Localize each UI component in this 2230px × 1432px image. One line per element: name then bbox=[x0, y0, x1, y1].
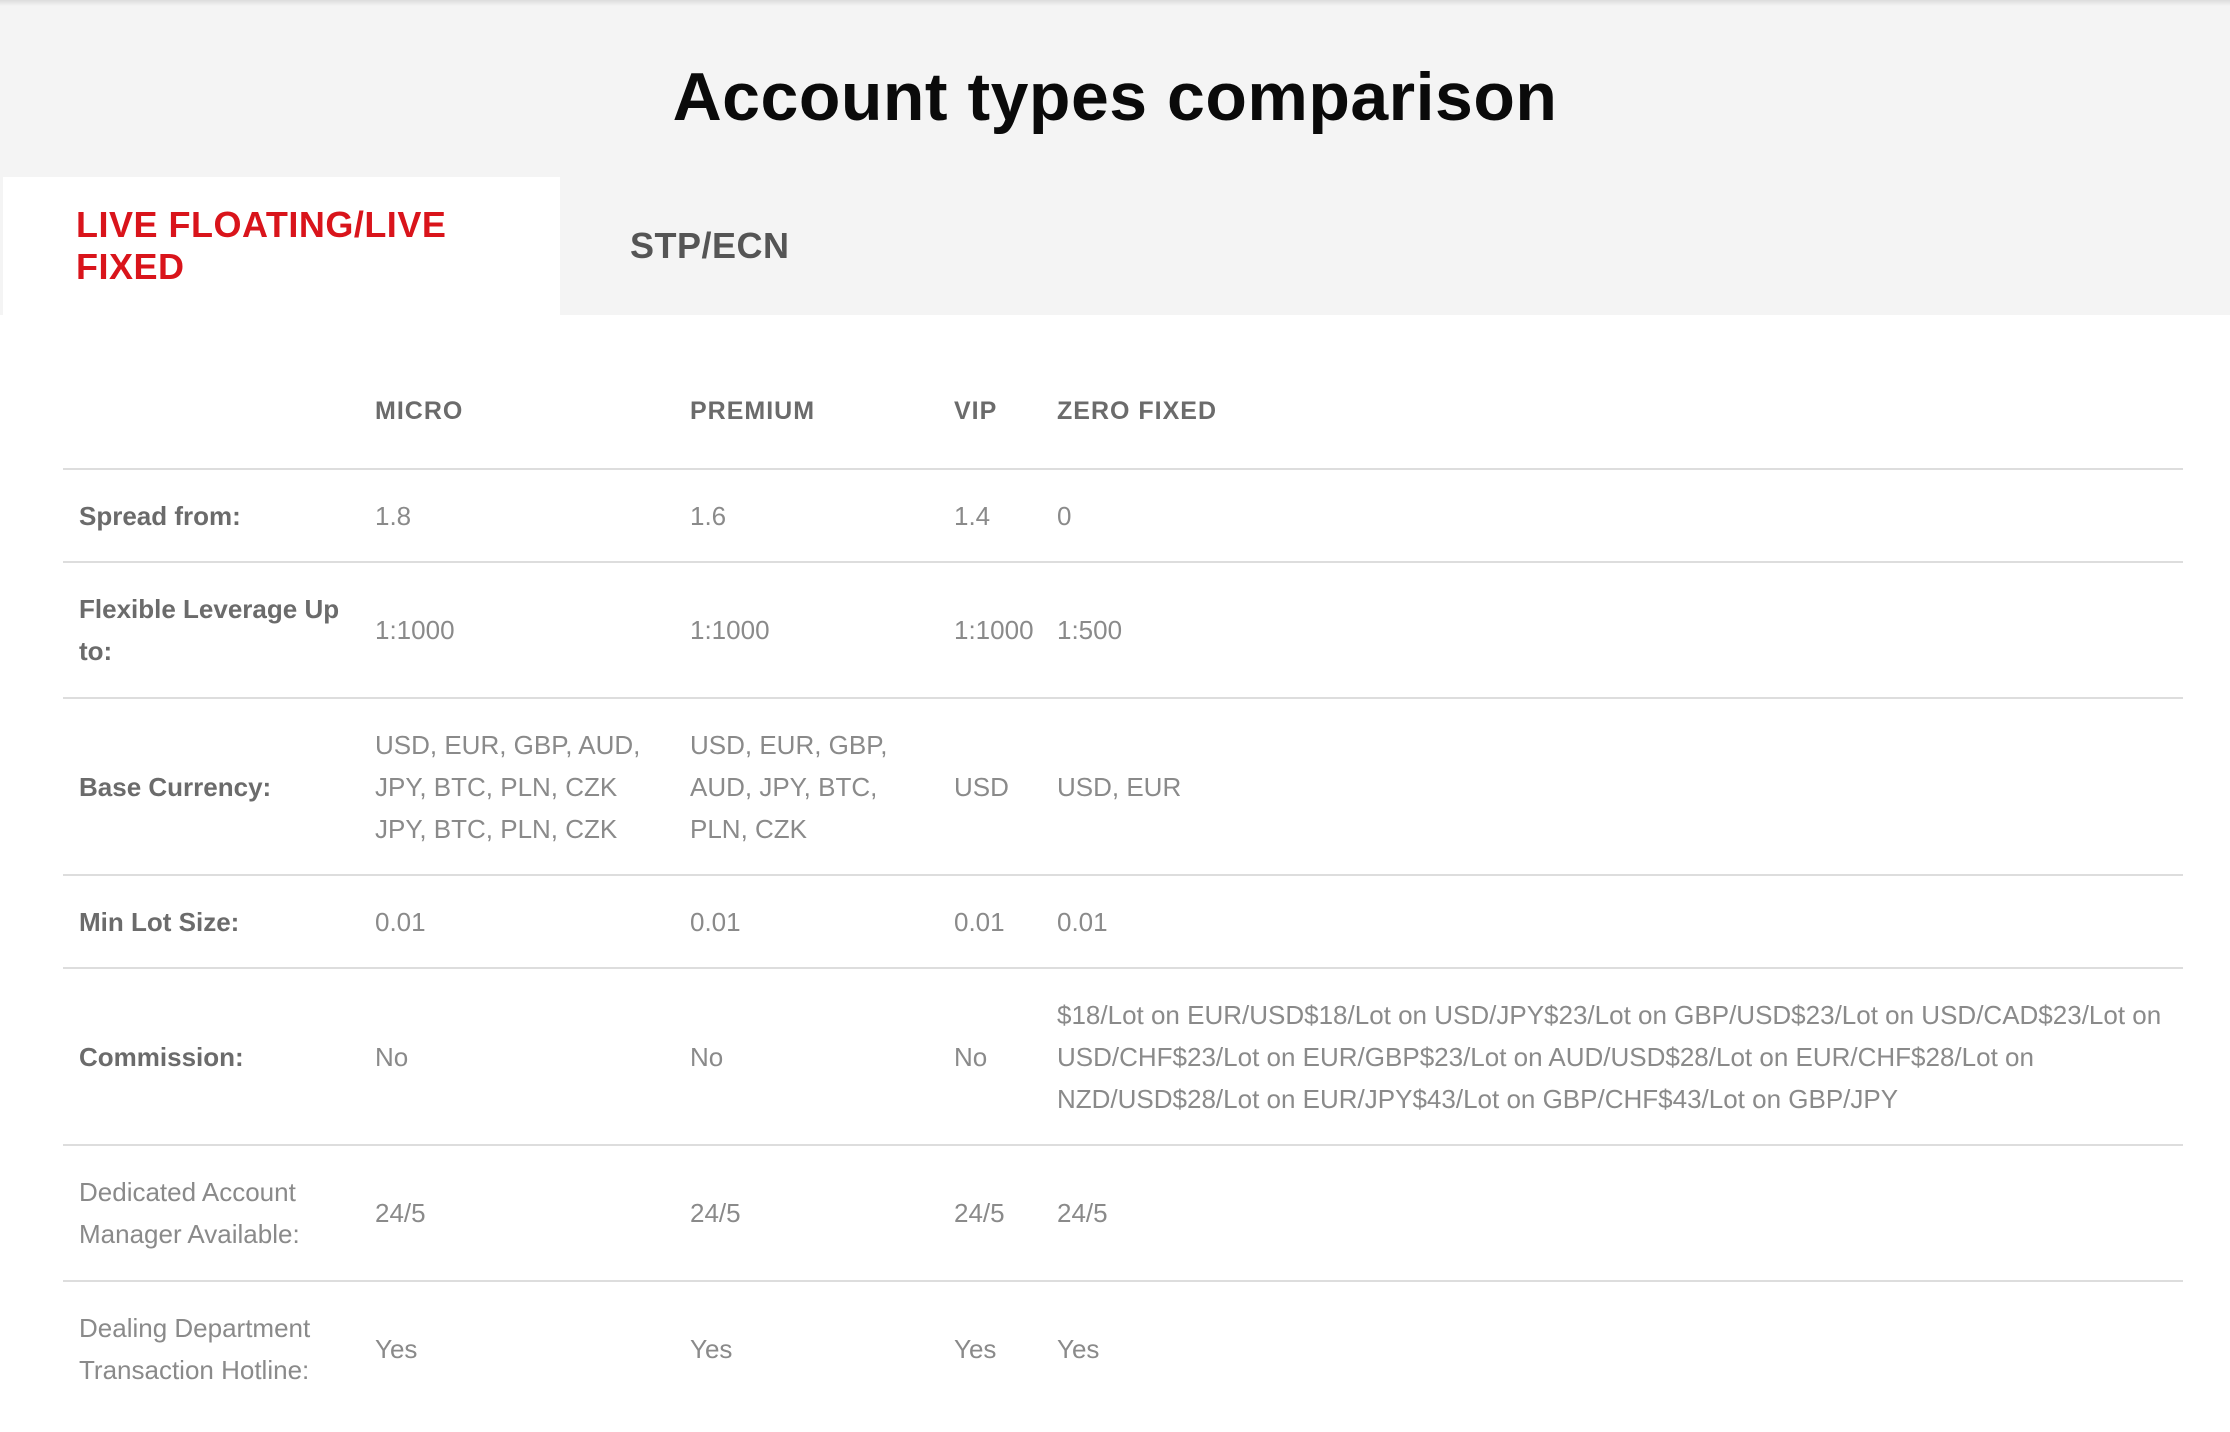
column-header-vip: VIP bbox=[938, 355, 1041, 470]
column-header-empty bbox=[63, 355, 359, 470]
table-row: Spread from: 1.8 1.6 1.4 0 bbox=[63, 469, 2183, 563]
cell-vip-min-lot-size: 0.01 bbox=[938, 875, 1041, 969]
cell-premium-leverage: 1:1000 bbox=[674, 562, 938, 699]
row-label-spread: Spread from: bbox=[63, 469, 359, 563]
table-row: Min Lot Size: 0.01 0.01 0.01 0.01 bbox=[63, 875, 2183, 969]
cell-micro-spread: 1.8 bbox=[359, 469, 674, 563]
account-tabs: LIVE FLOATING/LIVE FIXED STP/ECN bbox=[0, 177, 2230, 315]
cell-micro-account-manager: 24/5 bbox=[359, 1145, 674, 1282]
cell-premium-commission: No bbox=[674, 968, 938, 1146]
table-row: Commission: No No No $18/Lot on EUR/USD$… bbox=[63, 968, 2183, 1146]
cell-vip-dealing-hotline: Yes bbox=[954, 1334, 997, 1364]
cell-vip-account-manager: 24/5 bbox=[938, 1145, 1041, 1282]
cell-micro-base-currency: USD, EUR, GBP, AUD, JPY, BTC, PLN, CZK J… bbox=[359, 698, 674, 876]
tab-live-floating-live-fixed[interactable]: LIVE FLOATING/LIVE FIXED bbox=[3, 177, 560, 315]
table-row: Dealing Department Transaction Hotline: … bbox=[63, 1281, 2183, 1416]
cell-zero-fixed-min-lot-size: 0.01 bbox=[1041, 875, 2183, 969]
page: Account types comparison LIVE FLOATING/L… bbox=[0, 0, 2230, 1432]
column-header-zero-fixed: ZERO FIXED bbox=[1041, 355, 2183, 470]
column-header-premium: PREMIUM bbox=[674, 355, 938, 470]
header-section: Account types comparison LIVE FLOATING/L… bbox=[0, 0, 2230, 315]
table-row: Flexible Leverage Up to: 1:1000 1:1000 1… bbox=[63, 562, 2183, 699]
row-label-min-lot-size: Min Lot Size: bbox=[63, 875, 359, 969]
top-shadow bbox=[0, 0, 2230, 6]
cell-premium-dealing-hotline: Yes bbox=[690, 1334, 733, 1364]
cell-zero-fixed-account-manager: 24/5 bbox=[1041, 1145, 2183, 1282]
cell-micro-commission: No bbox=[359, 968, 674, 1146]
row-label-account-manager: Dedicated Account Manager Available: bbox=[63, 1145, 359, 1282]
cell-premium-spread: 1.6 bbox=[674, 469, 938, 563]
page-title: Account types comparison bbox=[672, 59, 1558, 135]
cell-micro-leverage: 1:1000 bbox=[359, 562, 674, 699]
cell-zero-fixed-base-currency: USD, EUR bbox=[1041, 698, 2183, 876]
row-label-leverage: Flexible Leverage Up to: bbox=[63, 562, 359, 699]
comparison-table-wrapper: MICRO PREMIUM VIP ZERO FIXED Spread from… bbox=[63, 355, 2183, 1416]
cell-vip-base-currency: USD bbox=[938, 698, 1041, 876]
table-row: Base Currency: USD, EUR, GBP, AUD, JPY, … bbox=[63, 698, 2183, 876]
tab-stp-ecn[interactable]: STP/ECN bbox=[560, 177, 790, 315]
column-header-micro: MICRO bbox=[359, 355, 674, 470]
cell-premium-min-lot-size: 0.01 bbox=[674, 875, 938, 969]
table-header-row: MICRO PREMIUM VIP ZERO FIXED bbox=[63, 355, 2183, 470]
cell-vip-spread: 1.4 bbox=[938, 469, 1041, 563]
cell-vip-leverage: 1:1000 bbox=[938, 562, 1041, 699]
cell-zero-fixed-spread: 0 bbox=[1041, 469, 2183, 563]
cell-micro-dealing-hotline: Yes bbox=[375, 1334, 418, 1364]
cell-zero-fixed-leverage: 1:500 bbox=[1041, 562, 2183, 699]
cell-premium-base-currency: USD, EUR, GBP, AUD, JPY, BTC, PLN, CZK bbox=[674, 698, 938, 876]
cell-micro-min-lot-size: 0.01 bbox=[359, 875, 674, 969]
cell-zero-fixed-dealing-hotline: Yes bbox=[1057, 1334, 1100, 1364]
row-label-dealing-hotline: Dealing Department Transaction Hotline: bbox=[79, 1313, 311, 1385]
comparison-table: MICRO PREMIUM VIP ZERO FIXED Spread from… bbox=[63, 355, 2183, 1416]
cell-vip-commission: No bbox=[938, 968, 1041, 1146]
cell-zero-fixed-commission: $18/Lot on EUR/USD$18/Lot on USD/JPY$23/… bbox=[1041, 968, 2183, 1146]
row-label-base-currency: Base Currency: bbox=[63, 698, 359, 876]
table-row: Dedicated Account Manager Available: 24/… bbox=[63, 1145, 2183, 1282]
cell-premium-account-manager: 24/5 bbox=[674, 1145, 938, 1282]
row-label-commission: Commission: bbox=[63, 968, 359, 1146]
